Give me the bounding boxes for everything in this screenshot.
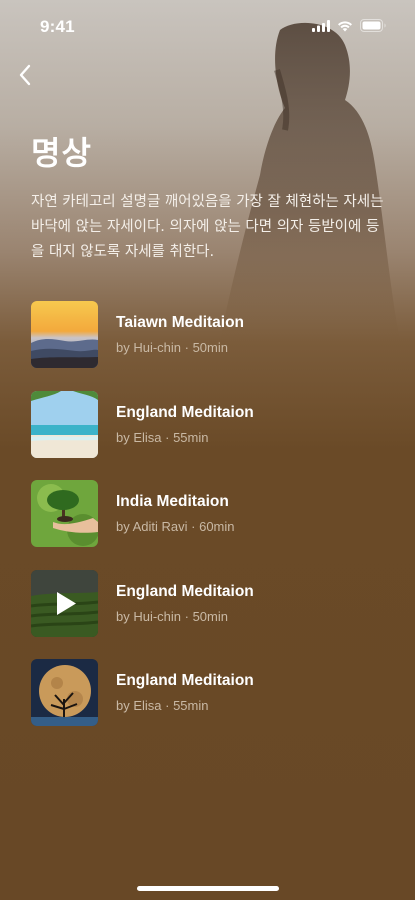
status-time: 9:41 (40, 17, 75, 36)
meditation-category-screen: 9:41 명상 자연 카테고리 설명글 깨어있음을 가장 잘 체현하는 자세는 … (0, 0, 415, 900)
item-title: Taiawn Meditaion (116, 314, 245, 331)
item-text: India Meditaion by Aditi Ravi · 60min (116, 492, 235, 535)
thumbnail-tropical-beach (31, 390, 98, 458)
thumbnail-tree-in-hand (31, 480, 98, 547)
item-title: England Meditaion (116, 672, 254, 689)
home-indicator[interactable] (137, 886, 279, 891)
category-description: 자연 카테고리 설명글 깨어있음을 가장 잘 체현하는 자세는 바닥에 앉는 자… (31, 194, 384, 260)
list-item[interactable]: England Meditaion by Elisa · 55min (31, 659, 391, 726)
thumbnail-tea-field-video (31, 569, 98, 637)
list-item[interactable]: Taiawn Meditaion by Hui-chin · 50min (31, 301, 391, 368)
meditation-list: Taiawn Meditaion by Hui-chin · 50min Eng… (31, 301, 391, 749)
item-text: England Meditaion by Hui-chin · 50min (116, 582, 254, 625)
page-title: 명상 (31, 134, 92, 172)
item-title: England Meditaion (116, 403, 254, 421)
list-item[interactable]: England Meditaion by Hui-chin · 50min (31, 569, 391, 637)
item-meta: by Hui-chin · 50min (116, 608, 228, 624)
item-meta: by Elisa · 55min (116, 429, 209, 445)
item-title: India Meditaion (116, 493, 229, 510)
list-item[interactable]: India Meditaion by Aditi Ravi · 60min (31, 480, 391, 547)
item-text: Taiawn Meditaion by Hui-chin · 50min (116, 313, 244, 356)
item-meta: by Aditi Ravi · 60min (116, 519, 235, 534)
status-icons (312, 19, 387, 32)
play-icon (55, 591, 77, 616)
cellular-signal-icon (312, 19, 330, 32)
status-bar: 9:41 (0, 0, 415, 56)
chevron-left-icon (18, 64, 32, 91)
item-text: England Meditaion by Elisa · 55min (116, 403, 254, 446)
list-item[interactable]: England Meditaion by Elisa · 55min (31, 390, 391, 458)
item-meta: by Elisa · 55min (116, 698, 209, 713)
item-title: England Meditaion (116, 582, 254, 600)
thumbnail-moon-tree (31, 659, 98, 726)
item-text: England Meditaion by Elisa · 55min (116, 671, 254, 714)
back-button[interactable] (10, 62, 40, 92)
wifi-icon (337, 20, 353, 32)
thumbnail-sunset-mountains (31, 301, 98, 368)
battery-icon (360, 19, 387, 32)
item-meta: by Hui-chin · 50min (116, 340, 228, 355)
